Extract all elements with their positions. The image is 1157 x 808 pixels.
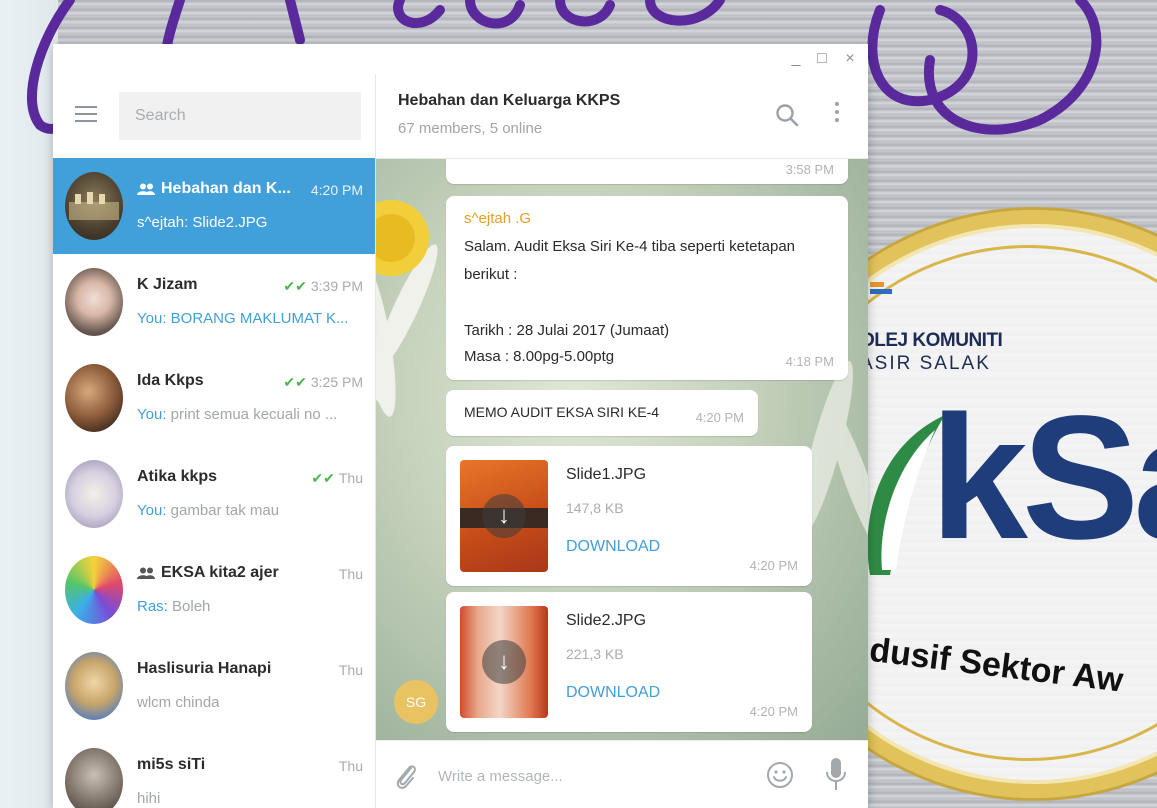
sender-avatar[interactable]: SG	[394, 680, 438, 724]
chat-name: K Jizam	[137, 276, 198, 293]
read-check-icon: ✔✔	[311, 470, 335, 486]
download-icon[interactable]: ↓	[482, 494, 526, 538]
chat-preview: hihi	[137, 790, 161, 807]
conversation-panel: Hebahan dan Keluarga KKPS 67 members, 5 …	[376, 74, 868, 808]
memo-text: MEMO AUDIT EKSA SIRI KE-4	[464, 404, 660, 420]
members-status: 67 members, 5 online	[398, 120, 543, 137]
chat-time: 3:39 PM	[310, 278, 363, 294]
chat-item-hebahan[interactable]: Hebahan dan K... 4:20 PM s^ejtah: Slide2…	[53, 158, 375, 254]
message-time: 4:18 PM	[785, 354, 834, 369]
avatar	[65, 652, 123, 720]
message-line: berikut :	[464, 266, 518, 283]
message-time: 4:20 PM	[749, 558, 798, 573]
more-options-icon[interactable]	[832, 102, 842, 128]
chat-item-ida-kkps[interactable]: Ida Kkps ✔✔ 3:25 PM You: print semua kecu…	[53, 350, 375, 446]
message-time: 4:20 PM	[695, 410, 744, 425]
memo-message-bubble: MEMO AUDIT EKSA SIRI KE-4 4:20 PM	[446, 390, 758, 436]
avatar	[65, 364, 123, 432]
poster-brand: kSa	[930, 380, 1157, 576]
chat-name: Hebahan dan K...	[161, 180, 291, 197]
chat-name: EKSA kita2 ajer	[161, 564, 279, 581]
preview-sender: You:	[137, 406, 167, 423]
file-size: 221,3 KB	[566, 646, 624, 662]
message-line: Masa : 8.00pg-5.00ptg	[464, 348, 615, 365]
chat-time: Thu	[338, 470, 363, 486]
chat-time: Thu	[338, 662, 363, 678]
chat-name: Haslisuria Hanapi	[137, 660, 272, 677]
close-button[interactable]: ×	[840, 48, 860, 70]
chat-preview: print semua kecuali no ...	[170, 406, 338, 423]
file-name: Slide2.JPG	[566, 612, 647, 629]
file-name: Slide1.JPG	[566, 466, 647, 483]
file-thumbnail: ↓	[460, 460, 548, 572]
sidebar-header	[53, 74, 375, 158]
chat-preview: s^ejtah: Slide2.JPG	[137, 214, 268, 231]
avatar	[65, 556, 123, 624]
group-icon	[137, 183, 155, 195]
file-message-slide1: ↓ Slide1.JPG 147,8 KB DOWNLOAD 4:20 PM	[446, 446, 812, 586]
chat-preview: wlcm chinda	[137, 694, 220, 711]
download-icon[interactable]: ↓	[482, 640, 526, 684]
menu-icon[interactable]	[75, 106, 97, 122]
avatar	[65, 172, 123, 240]
chat-item-k-jizam[interactable]: K Jizam ✔✔ 3:39 PM You: BORANG MAKLUMAT K…	[53, 254, 375, 350]
preview-sender: Ras:	[137, 598, 168, 615]
college-logo	[870, 282, 892, 302]
title-bar: _ □ ×	[53, 44, 868, 74]
read-check-icon: ✔✔	[283, 374, 307, 390]
download-link[interactable]: DOWNLOAD	[566, 538, 660, 556]
avatar	[65, 460, 123, 528]
message-line: Salam. Audit Eksa Siri Ke-4 tiba seperti…	[464, 238, 796, 255]
chat-name: Ida Kkps	[137, 372, 204, 389]
file-thumbnail: ↓	[460, 606, 548, 718]
conversation-header: Hebahan dan Keluarga KKPS 67 members, 5 …	[376, 74, 868, 159]
poster-org-line2: ASIR SALAK	[860, 353, 991, 374]
previous-message-bubble: 3:58 PM	[446, 158, 848, 184]
chat-preview: BORANG MAKLUMAT K...	[170, 310, 349, 327]
download-link[interactable]: DOWNLOAD	[566, 684, 660, 702]
message-author: s^ejtah .G	[464, 210, 532, 227]
message-area: 3:58 PM s^ejtah .G Salam. Audit Eksa Sir…	[376, 158, 868, 740]
file-size: 147,8 KB	[566, 500, 624, 516]
microphone-icon[interactable]	[826, 757, 846, 791]
chat-preview: gambar tak mau	[170, 502, 280, 519]
preview-sender: You:	[137, 310, 167, 327]
search-input[interactable]	[119, 92, 361, 140]
group-icon	[137, 567, 155, 579]
paperclip-icon[interactable]	[392, 761, 420, 791]
text-message-bubble: s^ejtah .G Salam. Audit Eksa Siri Ke-4 t…	[446, 196, 848, 380]
chat-item-mi5s-siti[interactable]: mi5s siTi Thu hihi	[53, 734, 375, 808]
minimize-button[interactable]: _	[786, 48, 806, 70]
chat-preview: Boleh	[172, 598, 211, 615]
read-check-icon: ✔✔	[283, 278, 307, 294]
file-message-slide2: ↓ Slide2.JPG 221,3 KB DOWNLOAD 4:20 PM	[446, 592, 812, 732]
chat-name: mi5s siTi	[137, 756, 206, 773]
chat-item-haslisuria-hanapi[interactable]: Haslisuria Hanapi Thu wlcm chinda	[53, 638, 375, 734]
search-icon[interactable]	[774, 102, 800, 128]
message-composer	[376, 740, 868, 808]
chat-item-atika-kkps[interactable]: Atika kkps ✔✔ Thu You: gambar tak mau	[53, 446, 375, 542]
avatar	[65, 748, 123, 808]
conversation-title: Hebahan dan Keluarga KKPS	[398, 92, 621, 109]
message-line: Tarikh : 28 Julai 2017 (Jumaat)	[464, 322, 670, 339]
poster-org-line1: OLEJ KOMUNITI	[860, 330, 1003, 351]
maximize-button[interactable]: □	[812, 48, 832, 70]
chat-time: 3:25 PM	[310, 374, 363, 390]
eksa-poster: OLEJ KOMUNITI ASIR SALAK kSa ndusif Sekt…	[860, 190, 1157, 808]
chat-time: Thu	[338, 566, 363, 582]
chat-time: 4:20 PM	[310, 182, 363, 198]
avatar	[65, 268, 123, 336]
chat-time: Thu	[338, 758, 363, 774]
chat-name: Atika kkps	[137, 468, 218, 485]
telegram-window: _ □ × Hebahan dan K... 4:20 PM s^ejtah: …	[53, 44, 868, 808]
message-input[interactable]	[436, 755, 750, 797]
emoji-icon[interactable]	[766, 761, 794, 789]
message-time: 4:20 PM	[749, 704, 798, 719]
preview-sender: You:	[137, 502, 167, 519]
chat-sidebar: Hebahan dan K... 4:20 PM s^ejtah: Slide2…	[53, 74, 376, 808]
message-time: 3:58 PM	[785, 162, 834, 177]
chat-item-eksa-kita2-ajer[interactable]: EKSA kita2 ajer Thu Ras: Boleh	[53, 542, 375, 638]
